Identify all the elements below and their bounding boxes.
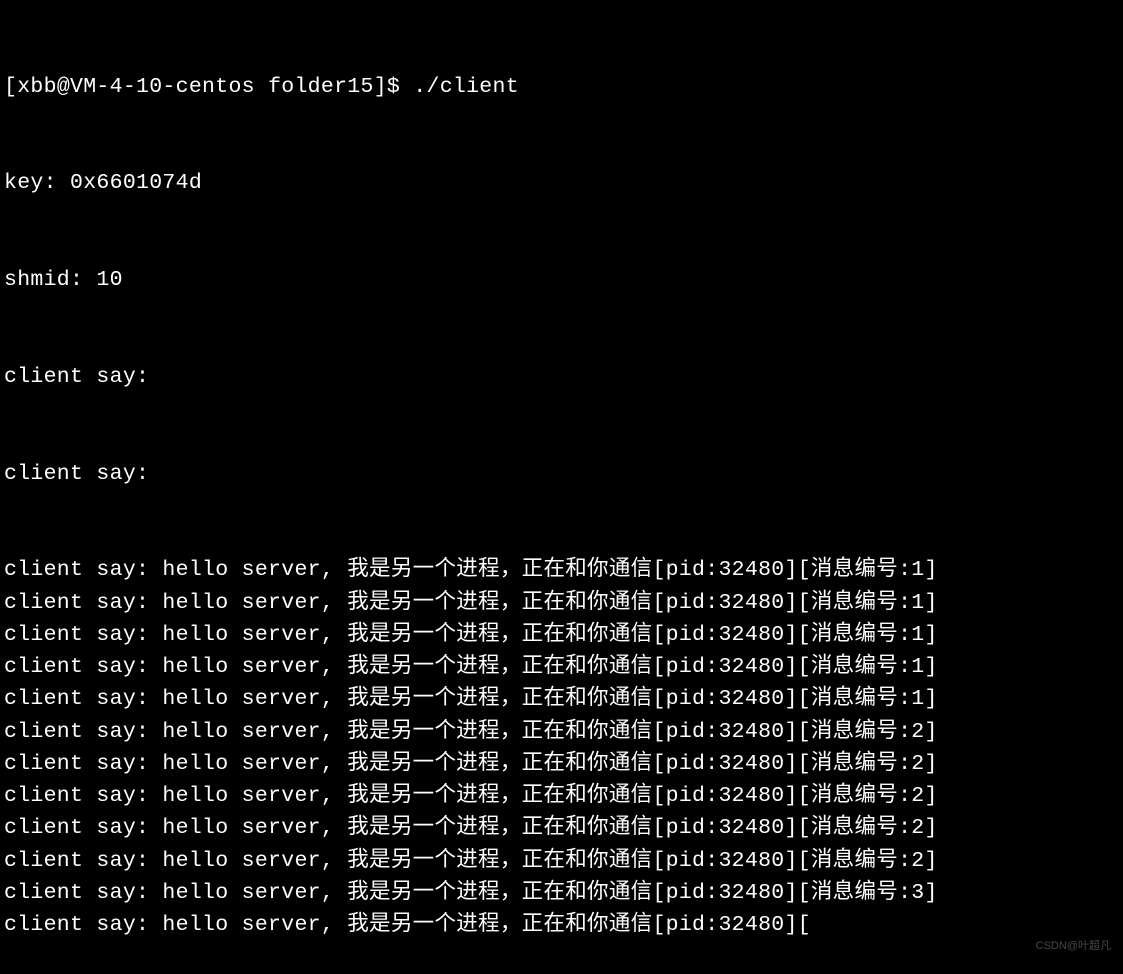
client-message-line: client say: hello server, 我是另一个进程，正在和你通信… [4,716,1123,748]
prompt-line: [xbb@VM-4-10-centos folder15]$ ./client [4,71,1123,103]
terminal-output[interactable]: [xbb@VM-4-10-centos folder15]$ ./client … [4,6,1123,974]
watermark: CSDN@叶超凡 [1036,938,1111,955]
client-message-line: client say: hello server, 我是另一个进程，正在和你通信… [4,587,1123,619]
prompt-folder: folder15 [268,75,374,99]
client-message-line: client say: hello server, 我是另一个进程，正在和你通信… [4,877,1123,909]
output-line: shmid: 10 [4,264,1123,296]
client-message-line: client say: hello server, 我是另一个进程，正在和你通信… [4,812,1123,844]
prompt-user: xbb [17,75,57,99]
client-message-line: client say: hello server, 我是另一个进程，正在和你通信… [4,780,1123,812]
prompt-host: VM-4-10-centos [70,75,255,99]
client-message-line: client say: hello server, 我是另一个进程，正在和你通信… [4,909,1123,941]
client-message-line: client say: hello server, 我是另一个进程，正在和你通信… [4,554,1123,586]
output-line: client say: [4,458,1123,490]
client-message-line: client say: hello server, 我是另一个进程，正在和你通信… [4,651,1123,683]
output-line: key: 0x6601074d [4,167,1123,199]
prompt-command: ./client [413,75,519,99]
client-message-line: client say: hello server, 我是另一个进程，正在和你通信… [4,619,1123,651]
client-message-line: client say: hello server, 我是另一个进程，正在和你通信… [4,683,1123,715]
client-message-line: client say: hello server, 我是另一个进程，正在和你通信… [4,845,1123,877]
client-message-line: client say: hello server, 我是另一个进程，正在和你通信… [4,748,1123,780]
prompt-prefix: [ [4,75,17,99]
output-line: client say: [4,361,1123,393]
